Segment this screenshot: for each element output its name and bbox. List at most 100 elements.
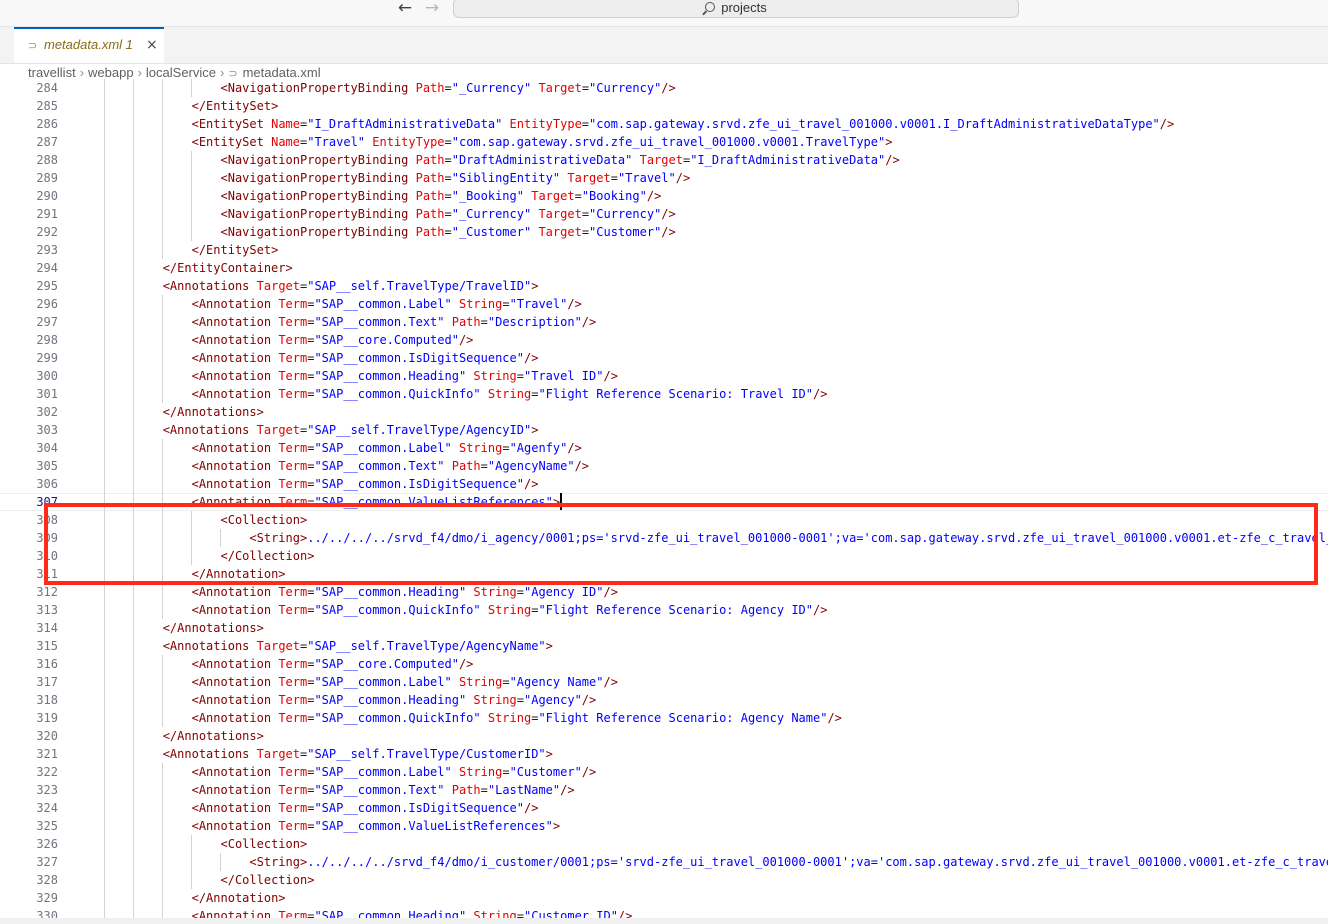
- code-line[interactable]: 303 <Annotations Target="SAP__self.Travel…: [0, 421, 1328, 439]
- indent-guide: [132, 835, 134, 853]
- code-line[interactable]: 328 </Collection>: [0, 871, 1328, 889]
- line-number: 321: [36, 747, 58, 761]
- indent-guide: [161, 853, 163, 871]
- code-line[interactable]: 286 <EntitySet Name="I_DraftAdministrativ…: [0, 115, 1328, 133]
- code-line[interactable]: 319 <Annotation Term="SAP__common.QuickIn…: [0, 709, 1328, 727]
- code-line[interactable]: 318 <Annotation Term="SAP__common.Heading…: [0, 691, 1328, 709]
- indent-guide: [161, 187, 163, 205]
- line-number: 293: [36, 243, 58, 257]
- indent-guide: [161, 241, 163, 259]
- code-line[interactable]: 295 <Annotations Target="SAP__self.Travel…: [0, 277, 1328, 295]
- line-number: 323: [36, 783, 58, 797]
- code-line[interactable]: 296 <Annotation Term="SAP__common.Label" …: [0, 295, 1328, 313]
- code-line[interactable]: 294 </EntityContainer>: [0, 259, 1328, 277]
- indent-guide: [104, 115, 105, 133]
- line-number: 294: [36, 261, 58, 275]
- horizontal-scrollbar[interactable]: [0, 918, 1328, 924]
- code-line[interactable]: 315 <Annotations Target="SAP__self.Travel…: [0, 637, 1328, 655]
- code-line[interactable]: 291 <NavigationPropertyBinding Path="_Cur…: [0, 205, 1328, 223]
- code-line[interactable]: 313 <Annotation Term="SAP__common.QuickIn…: [0, 601, 1328, 619]
- code-text: <Annotation Term="SAP__common.Heading" S…: [191, 585, 618, 599]
- indent-guide: [104, 799, 105, 817]
- code-text: <NavigationPropertyBinding Path="_Bookin…: [220, 189, 662, 203]
- indent-guide: [161, 115, 163, 133]
- code-line[interactable]: 284 <NavigationPropertyBinding Path="_Cur…: [0, 79, 1328, 97]
- line-number: 287: [36, 135, 58, 149]
- line-number: 328: [36, 873, 58, 887]
- code-line[interactable]: 289 <NavigationPropertyBinding Path="Sibl…: [0, 169, 1328, 187]
- code-line[interactable]: 305 <Annotation Term="SAP__common.Text" P…: [0, 457, 1328, 475]
- code-line[interactable]: 320 </Annotations>: [0, 727, 1328, 745]
- code-line[interactable]: 326 <Collection>: [0, 835, 1328, 853]
- code-line[interactable]: 324 <Annotation Term="SAP__common.IsDigit…: [0, 799, 1328, 817]
- line-number: 284: [36, 81, 58, 95]
- code-line[interactable]: 317 <Annotation Term="SAP__common.Label" …: [0, 673, 1328, 691]
- code-text: <NavigationPropertyBinding Path="DraftAd…: [220, 153, 900, 167]
- indent-guide: [132, 259, 134, 277]
- indent-guide: [161, 781, 163, 799]
- code-text: <Annotations Target="SAP__self.TravelTyp…: [162, 747, 553, 761]
- code-line[interactable]: 290 <NavigationPropertyBinding Path="_Boo…: [0, 187, 1328, 205]
- indent-guide: [104, 871, 105, 889]
- code-line[interactable]: 316 <Annotation Term="SAP__core.Computed"…: [0, 655, 1328, 673]
- indent-guide: [132, 475, 134, 493]
- code-line[interactable]: 301 <Annotation Term="SAP__common.QuickIn…: [0, 385, 1328, 403]
- code-line[interactable]: 298 <Annotation Term="SAP__core.Computed"…: [0, 331, 1328, 349]
- code-text: </Annotations>: [162, 405, 264, 419]
- code-line[interactable]: 323 <Annotation Term="SAP__common.Text" P…: [0, 781, 1328, 799]
- line-number: 299: [36, 351, 58, 365]
- indent-guide: [161, 763, 163, 781]
- code-text: <Annotation Term="SAP__core.Computed"/>: [191, 333, 474, 347]
- code-line[interactable]: 292 <NavigationPropertyBinding Path="_Cus…: [0, 223, 1328, 241]
- code-line[interactable]: 302 </Annotations>: [0, 403, 1328, 421]
- command-center-search[interactable]: projects: [453, 0, 1019, 18]
- indent-guide: [161, 889, 163, 907]
- editor-tab-bar: ⊃ metadata.xml 1 ×: [0, 27, 1328, 64]
- indent-guide: [104, 259, 105, 277]
- breadcrumb-item-webapp[interactable]: webapp: [88, 65, 134, 80]
- code-editor[interactable]: 284 <NavigationPropertyBinding Path="_Cur…: [0, 79, 1328, 924]
- code-text: <Annotation Term="SAP__common.IsDigitSeq…: [191, 351, 539, 365]
- indent-guide: [161, 817, 163, 835]
- indent-guide: [132, 673, 134, 691]
- indent-guide: [161, 169, 163, 187]
- tab-metadata-xml[interactable]: ⊃ metadata.xml 1 ×: [14, 27, 164, 63]
- indent-guide: [104, 853, 105, 871]
- code-line[interactable]: 327 <String>../../../../srvd_f4/dmo/i_cus…: [0, 853, 1328, 871]
- arrow-left-icon[interactable]: ←: [395, 0, 415, 18]
- line-number: 320: [36, 729, 58, 743]
- code-line[interactable]: 288 <NavigationPropertyBinding Path="Draf…: [0, 151, 1328, 169]
- line-number: 301: [36, 387, 58, 401]
- code-line[interactable]: 293 </EntitySet>: [0, 241, 1328, 259]
- indent-guide: [161, 835, 163, 853]
- indent-guide: [161, 601, 163, 619]
- line-number: 322: [36, 765, 58, 779]
- code-line[interactable]: 314 </Annotations>: [0, 619, 1328, 637]
- code-line[interactable]: 299 <Annotation Term="SAP__common.IsDigit…: [0, 349, 1328, 367]
- indent-guide: [132, 169, 134, 187]
- code-line[interactable]: 297 <Annotation Term="SAP__common.Text" P…: [0, 313, 1328, 331]
- code-line[interactable]: 312 <Annotation Term="SAP__common.Heading…: [0, 583, 1328, 601]
- close-icon[interactable]: ×: [146, 29, 158, 61]
- breadcrumb-item-metadata-xml[interactable]: metadata.xml: [243, 65, 321, 80]
- code-line[interactable]: 285 </EntitySet>: [0, 97, 1328, 115]
- arrow-right-icon[interactable]: →: [422, 0, 442, 18]
- code-line[interactable]: 300 <Annotation Term="SAP__common.Heading…: [0, 367, 1328, 385]
- code-line[interactable]: 306 <Annotation Term="SAP__common.IsDigit…: [0, 475, 1328, 493]
- code-line[interactable]: 321 <Annotations Target="SAP__self.Travel…: [0, 745, 1328, 763]
- indent-guide: [132, 583, 134, 601]
- indent-guide: [104, 403, 105, 421]
- code-line[interactable]: 287 <EntitySet Name="Travel" EntityType="…: [0, 133, 1328, 151]
- indent-guide: [104, 241, 105, 259]
- indent-guide: [132, 709, 134, 727]
- indent-guide: [190, 223, 192, 241]
- breadcrumb-item-travellist[interactable]: travellist: [28, 65, 76, 80]
- code-line[interactable]: 325 <Annotation Term="SAP__common.ValueLi…: [0, 817, 1328, 835]
- indent-guide: [132, 727, 134, 745]
- breadcrumb-item-localservice[interactable]: localService: [146, 65, 216, 80]
- code-line[interactable]: 322 <Annotation Term="SAP__common.Label" …: [0, 763, 1328, 781]
- code-line[interactable]: 304 <Annotation Term="SAP__common.Label" …: [0, 439, 1328, 457]
- indent-guide: [104, 673, 105, 691]
- code-line[interactable]: 329 </Annotation>: [0, 889, 1328, 907]
- indent-guide: [104, 889, 105, 907]
